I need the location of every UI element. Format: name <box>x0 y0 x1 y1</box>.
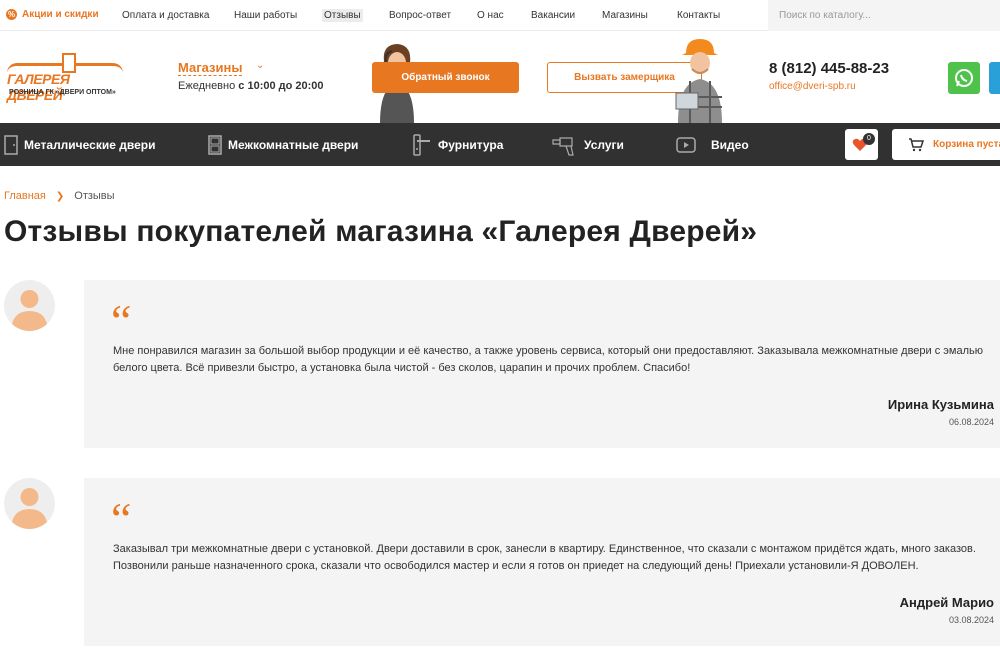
cart-button[interactable]: Корзина пуста <box>892 129 1000 160</box>
promo-link[interactable]: % Акции и скидки <box>6 9 99 20</box>
drill-icon <box>552 136 574 156</box>
menu-item-label: Межкомнатные двери <box>228 137 359 152</box>
menu-item-interior-doors[interactable]: Межкомнатные двери <box>208 123 358 166</box>
topnav-payment-delivery[interactable]: Оплата и доставка <box>122 10 209 21</box>
working-hours: Ежедневно с 10:00 до 20:00 <box>178 80 324 92</box>
avatar <box>4 280 55 331</box>
cart-label: Корзина пуста <box>933 139 1000 150</box>
promo-label: Акции и скидки <box>22 9 99 20</box>
review-text: Мне понравился магазин за большой выбор … <box>113 345 983 374</box>
topnav-faq[interactable]: Вопрос-ответ <box>389 10 451 21</box>
callback-button[interactable]: Обратный звонок <box>372 62 519 93</box>
breadcrumb-home[interactable]: Главная <box>4 190 46 202</box>
search-box <box>768 0 1000 31</box>
topnav-reviews[interactable]: Отзывы <box>322 9 363 22</box>
whatsapp-icon <box>955 69 973 87</box>
page-title: Отзывы покупателей магазина «Галерея Две… <box>4 215 758 248</box>
hours-prefix: Ежедневно <box>178 80 236 92</box>
topnav-about[interactable]: О нас <box>477 10 504 21</box>
menu-item-video[interactable]: Видео <box>676 123 749 166</box>
hours-value: с 10:00 до 20:00 <box>238 80 324 92</box>
favorites-count-badge: 0 <box>863 133 875 145</box>
percent-icon: % <box>6 9 17 20</box>
chevron-right-icon: ❯ <box>55 190 65 202</box>
topnav-our-works[interactable]: Наши работы <box>234 10 297 21</box>
topnav-vacancies[interactable]: Вакансии <box>531 10 575 21</box>
topnav-contacts[interactable]: Контакты <box>677 10 720 21</box>
logo[interactable]: ГАЛЕРЕЯ ДВЕРЕЙ РОЗНИЦА ГК «ДВЕРИ ОПТОМ» <box>7 53 127 103</box>
review-card: “ Заказывал три межкомнатные двери с уст… <box>84 478 1000 646</box>
avatar <box>4 478 55 529</box>
topnav-stores[interactable]: Магазины <box>602 10 648 21</box>
metal-door-icon <box>4 134 18 155</box>
review-author: Ирина Кузьмина <box>887 397 994 412</box>
breadcrumb-current: Отзывы <box>74 190 115 202</box>
logo-door-icon <box>62 53 76 73</box>
menu-item-hardware[interactable]: Фурнитура <box>412 123 503 166</box>
interior-door-icon <box>208 134 222 155</box>
cart-icon <box>909 137 924 151</box>
quote-icon: “ <box>111 295 132 346</box>
search-input[interactable] <box>768 0 1000 31</box>
review-author: Андрей Марио <box>899 595 994 610</box>
menu-item-metal-doors[interactable]: Металлические двери <box>4 123 155 166</box>
email-link[interactable]: office@dveri-spb.ru <box>769 81 856 92</box>
menu-item-label: Металлические двери <box>24 137 156 152</box>
measurer-worker-image <box>675 39 722 123</box>
whatsapp-button[interactable] <box>948 62 980 94</box>
menu-item-label: Услуги <box>584 137 624 152</box>
play-video-icon <box>676 136 696 153</box>
main-menu: Металлические двери Межкомнатные двери Ф… <box>0 123 1000 166</box>
top-bar: % Акции и скидки Оплата и доставка Наши … <box>0 0 1000 31</box>
logo-title: ГАЛЕРЕЯ ДВЕРЕЙ <box>7 71 70 103</box>
review-date: 03.08.2024 <box>948 615 994 625</box>
review-text: Заказывал три межкомнатные двери с устан… <box>113 543 976 572</box>
user-avatar-icon <box>11 290 48 331</box>
telegram-button[interactable] <box>989 62 1000 94</box>
logo-subtitle: РОЗНИЦА ГК «ДВЕРИ ОПТОМ» <box>9 89 116 96</box>
phone-number[interactable]: 8 (812) 445-88-23 <box>769 60 889 77</box>
review-date: 06.08.2024 <box>948 417 994 427</box>
door-handle-icon <box>413 133 430 156</box>
chevron-down-icon[interactable]: ⌄ <box>256 60 264 71</box>
menu-item-label: Фурнитура <box>438 137 504 152</box>
menu-item-label: Видео <box>711 137 749 152</box>
review-card: “ Мне понравился магазин за большой выбо… <box>84 280 1000 448</box>
site-header: ГАЛЕРЕЯ ДВЕРЕЙ РОЗНИЦА ГК «ДВЕРИ ОПТОМ» … <box>0 31 1000 123</box>
stores-dropdown[interactable]: Магазины <box>178 60 243 76</box>
quote-icon: “ <box>111 493 132 544</box>
breadcrumb: Главная ❯ Отзывы <box>4 190 115 202</box>
menu-item-services[interactable]: Услуги <box>552 123 624 166</box>
favorites-button[interactable]: 0 <box>845 129 878 160</box>
user-avatar-icon <box>11 488 48 529</box>
